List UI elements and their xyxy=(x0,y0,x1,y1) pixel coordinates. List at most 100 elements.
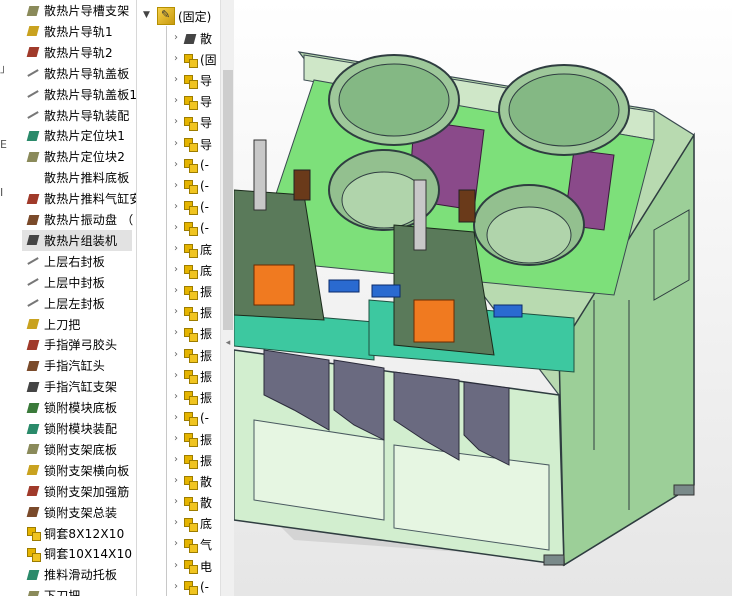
3d-assembly-model[interactable] xyxy=(234,0,732,596)
assembly-tree-node[interactable]: 散 xyxy=(183,471,212,492)
expand-arrow-icon[interactable]: › xyxy=(169,474,183,488)
assembly-tree-node[interactable]: 振 xyxy=(183,387,212,408)
scrollbar-thumb[interactable] xyxy=(223,70,233,330)
tree-item[interactable]: 散热片导轨盖板 xyxy=(26,63,129,84)
expand-arrow-icon[interactable]: › xyxy=(169,516,183,530)
assembly-tree-node[interactable]: 散 xyxy=(183,28,212,49)
expand-arrow-icon[interactable]: › xyxy=(169,284,183,298)
part-icon xyxy=(26,192,40,206)
tree-item[interactable]: 铜套8X12X10 xyxy=(26,523,124,544)
tree-item[interactable]: 散热片导轨盖板1 xyxy=(26,84,136,105)
assembly-tree-node[interactable]: 散 xyxy=(183,492,212,513)
assembly-tree-node[interactable]: (- xyxy=(183,197,209,218)
tree-item-label: 散热片导轨1 xyxy=(44,24,113,39)
tree-item[interactable]: 散热片导槽支架 xyxy=(26,0,129,21)
assembly-tree-node[interactable]: (- xyxy=(183,176,209,197)
tree-item[interactable]: 手指汽缸头 xyxy=(26,355,105,376)
assembly-tree-node[interactable]: 振 xyxy=(183,302,212,323)
tree-item[interactable]: 手指汽缸支架 xyxy=(26,376,117,397)
expand-arrow-icon[interactable]: › xyxy=(169,432,183,446)
expand-arrow-icon[interactable]: › xyxy=(169,326,183,340)
tree-item[interactable]: 散热片定位块2 xyxy=(26,146,125,167)
assembly-tree-node[interactable]: 导 xyxy=(183,134,212,155)
edge-mark: I xyxy=(0,186,4,199)
expand-arrow-icon[interactable]: › xyxy=(169,73,183,87)
graphics-viewport[interactable] xyxy=(234,0,732,596)
tree-item[interactable]: 锁附支架总装 xyxy=(26,502,117,523)
tree-item[interactable]: 锁附支架底板 xyxy=(26,439,117,460)
assembly-tree-node[interactable]: (固 xyxy=(183,49,217,70)
assembly-tree-node[interactable]: (- xyxy=(183,155,209,176)
expand-arrow-icon[interactable]: › xyxy=(169,559,183,573)
assembly-tree-node[interactable]: 底 xyxy=(183,513,212,534)
expand-arrow-icon[interactable]: › xyxy=(169,158,183,172)
expand-arrow-icon[interactable]: › xyxy=(169,263,183,277)
assembly-tree-node[interactable]: 振 xyxy=(183,366,212,387)
expand-arrow-icon[interactable]: › xyxy=(169,453,183,467)
expand-arrow-icon[interactable]: › xyxy=(169,495,183,509)
expand-arrow-icon[interactable]: › xyxy=(169,411,183,425)
assembly-icon xyxy=(183,200,198,216)
tree-item[interactable]: 锁附支架横向板 xyxy=(26,460,129,481)
collapse-caret-icon[interactable]: ▼ xyxy=(143,10,150,20)
tree-item[interactable]: 铜套10X14X10 xyxy=(26,543,132,564)
assembly-tree-node[interactable]: (- xyxy=(183,408,209,429)
assembly-tree-node[interactable]: 振 xyxy=(183,450,212,471)
expand-arrow-icon[interactable]: › xyxy=(169,221,183,235)
assembly-tree-node[interactable]: (- xyxy=(183,218,209,239)
tree-item[interactable]: 上层中封板 xyxy=(26,272,105,293)
assembly-tree-node[interactable]: 底 xyxy=(183,260,212,281)
motor xyxy=(293,169,311,201)
tree-item[interactable]: 下刀把 xyxy=(26,585,81,596)
tree-item[interactable]: 锁附模块装配 xyxy=(26,418,117,439)
expand-arrow-icon[interactable]: › xyxy=(169,179,183,193)
tree-item-label: 散热片推料气缸安 xyxy=(44,192,136,207)
tree-item[interactable]: 上层右封板 xyxy=(26,251,105,272)
expand-arrow-icon[interactable]: › xyxy=(169,369,183,383)
assembly-tree-node[interactable]: 振 xyxy=(183,345,212,366)
assembly-tree-node[interactable]: 气 xyxy=(183,534,212,555)
tree-root-node[interactable]: (固定) xyxy=(157,5,211,27)
part-icon xyxy=(26,422,40,436)
tree-scrollbar[interactable]: ◂ xyxy=(220,0,234,596)
expand-arrow-icon[interactable]: › xyxy=(169,115,183,129)
assembly-tree-node[interactable]: 振 xyxy=(183,429,212,450)
assembly-tree-node[interactable]: 电 xyxy=(183,556,212,577)
tree-item[interactable]: 散热片导轨2 xyxy=(26,42,113,63)
assembly-tree-node[interactable]: 振 xyxy=(183,281,212,302)
assembly-tree-node[interactable]: 导 xyxy=(183,70,212,91)
tree-item[interactable]: 锁附支架加强筋 xyxy=(26,481,129,502)
assembly-tree-node[interactable]: 导 xyxy=(183,112,212,133)
node-label: 气 xyxy=(200,538,213,553)
tree-item[interactable]: 锁附模块底板 xyxy=(26,397,117,418)
expand-arrow-icon[interactable]: › xyxy=(169,348,183,362)
expand-arrow-icon[interactable]: › xyxy=(169,31,183,45)
tree-item[interactable]: 散热片导轨装配 xyxy=(26,105,129,126)
expand-arrow-icon[interactable]: › xyxy=(169,137,183,151)
tree-item[interactable]: 散热片推料气缸安 xyxy=(26,188,136,209)
tree-item[interactable]: 散热片组装机 xyxy=(22,229,132,251)
tree-item[interactable]: 推料滑动托板 xyxy=(26,564,117,585)
tree-item[interactable]: 散热片推料底板 xyxy=(26,167,129,188)
splitter-handle-icon[interactable]: ◂ xyxy=(223,338,233,350)
tree-item[interactable]: 散热片导轨1 xyxy=(26,21,113,42)
assembly-tree-node[interactable]: 底 xyxy=(183,239,212,260)
expand-arrow-icon[interactable]: › xyxy=(169,94,183,108)
expand-arrow-icon[interactable]: › xyxy=(169,305,183,319)
tree-root-label: (固定) xyxy=(178,9,212,24)
tree-item[interactable]: 上刀把 xyxy=(26,314,81,335)
expand-arrow-icon[interactable]: › xyxy=(169,580,183,594)
expand-arrow-icon[interactable]: › xyxy=(169,200,183,214)
tree-item[interactable]: 散热片振动盘 （ xyxy=(26,209,133,230)
feature-tree-panel: 」 E I 散热片导槽支架 散热片导轨1 散热片导轨2 散热片导轨盖板 散热片导轨盖板1… xyxy=(0,0,136,596)
expand-arrow-icon[interactable]: › xyxy=(169,390,183,404)
tree-item[interactable]: 散热片定位块1 xyxy=(26,125,125,146)
expand-arrow-icon[interactable]: › xyxy=(169,52,183,66)
expand-arrow-icon[interactable]: › xyxy=(169,242,183,256)
tree-item[interactable]: 上层左封板 xyxy=(26,293,105,314)
assembly-tree-node[interactable]: 振 xyxy=(183,323,212,344)
assembly-tree-node[interactable]: (- xyxy=(183,577,209,596)
tree-item[interactable]: 手指弹弓胶头 xyxy=(26,334,117,355)
assembly-tree-node[interactable]: 导 xyxy=(183,91,212,112)
expand-arrow-icon[interactable]: › xyxy=(169,537,183,551)
